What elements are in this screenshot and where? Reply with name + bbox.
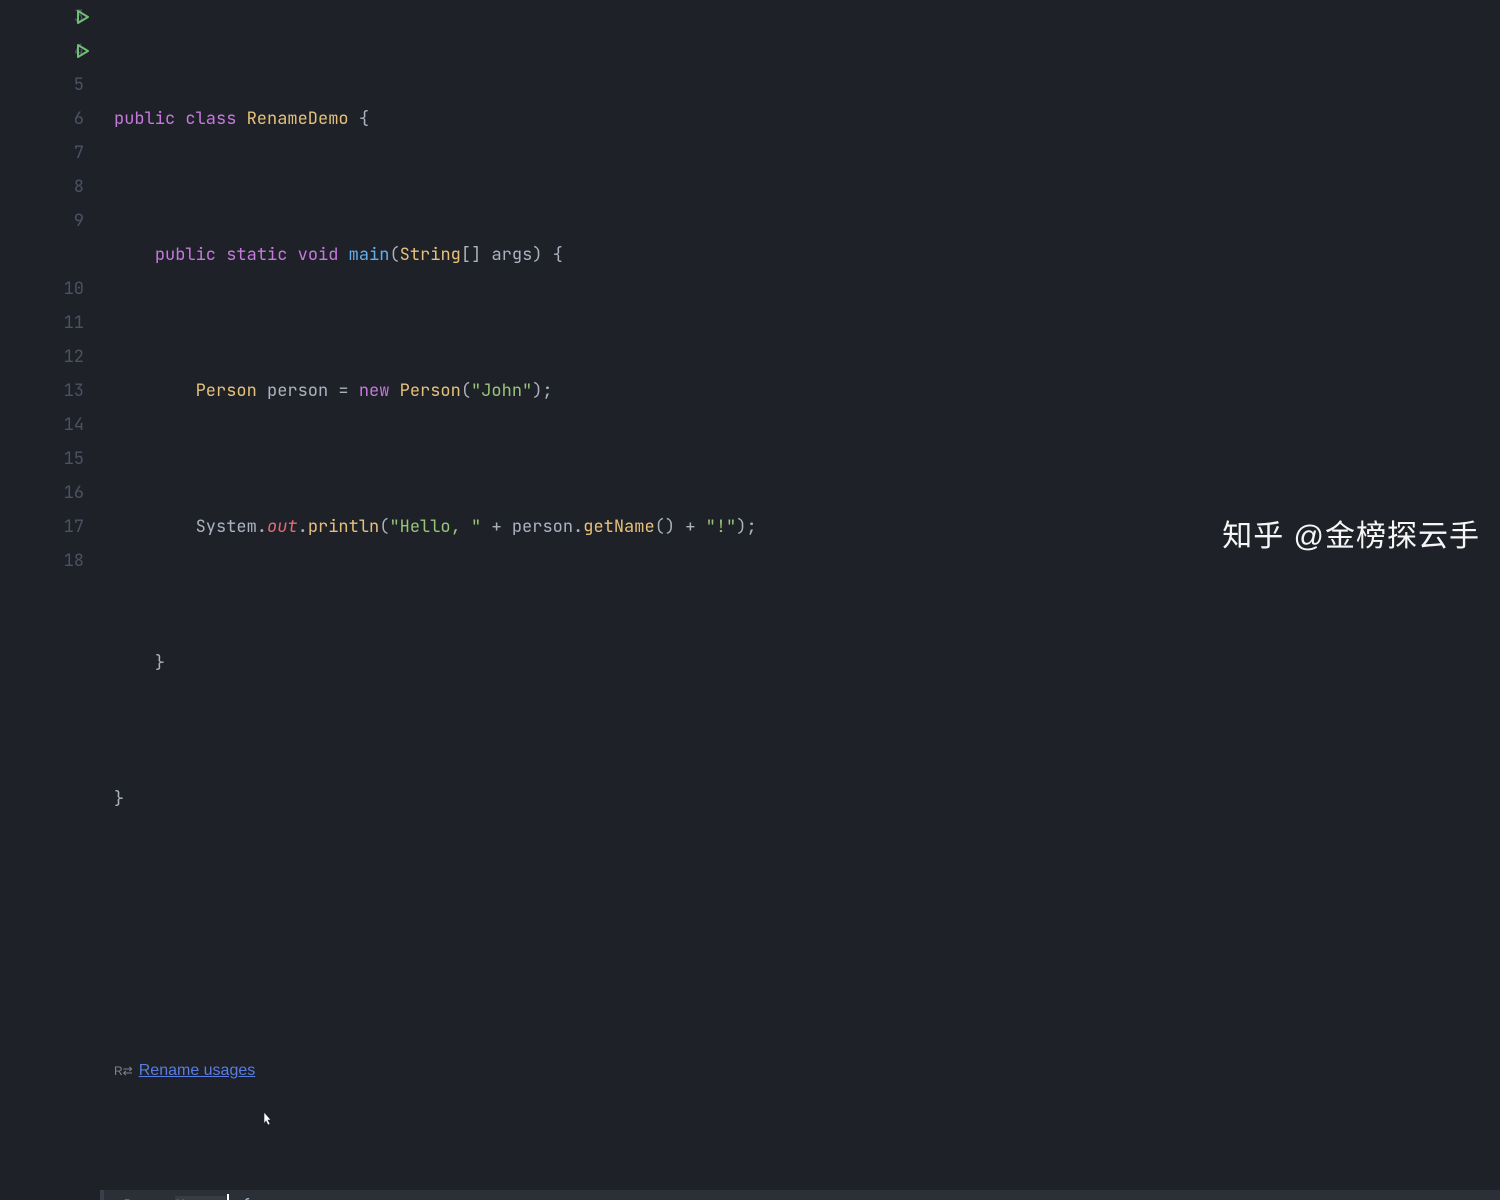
rename-hint-row: R⇄ Rename usages bbox=[114, 1054, 1500, 1088]
pointer-cursor-icon bbox=[196, 1074, 216, 1094]
line-number: 7 bbox=[74, 136, 84, 170]
line-number: 13 bbox=[64, 374, 84, 408]
code-line[interactable]: } bbox=[114, 782, 1500, 816]
code-editor[interactable]: public class RenameDemo { public static … bbox=[100, 0, 1500, 600]
line-number: 16 bbox=[64, 476, 84, 510]
line-number: 5 bbox=[74, 68, 84, 102]
line-number: 6 bbox=[74, 102, 84, 136]
line-number: 18 bbox=[64, 544, 84, 578]
line-number-gutter: 3 4 5 6 7 8 9 10 11 12 13 14 15 16 17 18 bbox=[0, 0, 100, 600]
line-number: 11 bbox=[64, 306, 84, 340]
code-line[interactable] bbox=[114, 918, 1500, 952]
rename-input[interactable]: Human bbox=[175, 1196, 226, 1200]
run-icon[interactable] bbox=[76, 44, 90, 58]
line-number: 12 bbox=[64, 340, 84, 374]
code-line[interactable]: public static void main(String[] args) { bbox=[114, 238, 1500, 272]
code-line[interactable]: public class RenameDemo { bbox=[114, 102, 1500, 136]
line-number: 8 bbox=[74, 170, 84, 204]
line-number: 15 bbox=[64, 442, 84, 476]
code-line[interactable]: Person person = new Person("John"); bbox=[114, 374, 1500, 408]
line-number: 17 bbox=[64, 510, 84, 544]
code-line-current[interactable]: class Human { bbox=[100, 1190, 1500, 1200]
line-number: 10 bbox=[64, 272, 84, 306]
line-number: 9 bbox=[74, 204, 84, 238]
text-caret bbox=[227, 1194, 229, 1200]
rename-badge-icon: R⇄ bbox=[114, 1054, 133, 1088]
line-number: 14 bbox=[64, 408, 84, 442]
code-line[interactable]: } bbox=[114, 646, 1500, 680]
watermark-text: 知乎 @金榜探云手 bbox=[1222, 520, 1480, 554]
run-icon[interactable] bbox=[76, 10, 90, 24]
